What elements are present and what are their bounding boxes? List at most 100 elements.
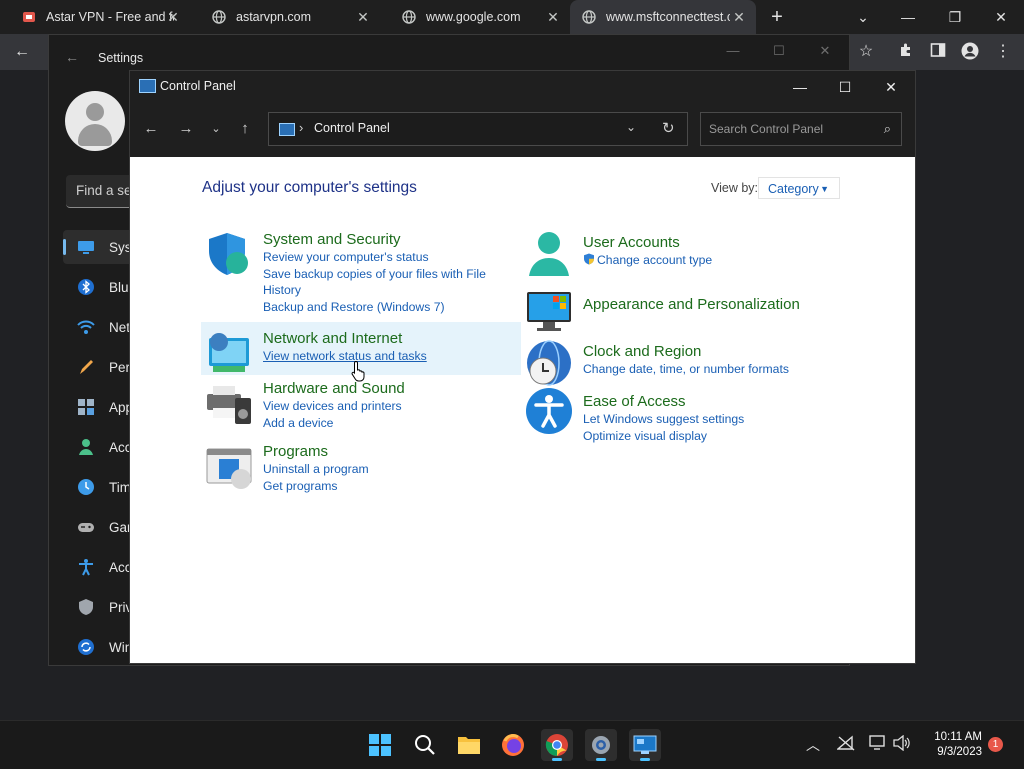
maximize-icon[interactable]: ❐ — [942, 6, 968, 28]
system-clock[interactable]: 10:11 AM 9/3/2023 — [922, 730, 982, 760]
tab-search-chevron-icon[interactable]: ⌄ — [850, 6, 876, 28]
settings-gear-icon[interactable] — [585, 729, 617, 761]
file-explorer-icon[interactable] — [453, 729, 485, 761]
page-title: Adjust your computer's settings — [202, 179, 417, 196]
tab-title: www.msftconnecttest.c — [606, 10, 730, 24]
close-window-icon[interactable]: ✕ — [988, 6, 1014, 28]
network-globe-monitor-icon — [209, 333, 249, 372]
category-title[interactable]: System and Security — [263, 231, 486, 249]
search-input[interactable]: Search Control Panel ⌕ — [700, 112, 902, 146]
category-link[interactable]: View devices and printers — [263, 398, 405, 415]
back-arrow-icon[interactable]: ← — [65, 49, 79, 65]
control-panel-icon — [139, 79, 156, 93]
no-internet-icon[interactable] — [836, 735, 855, 754]
category-link[interactable]: Add a device — [263, 415, 405, 432]
time-language-icon — [77, 478, 95, 496]
category-title[interactable]: Ease of Access — [583, 393, 744, 411]
category-title[interactable]: Hardware and Sound — [263, 380, 405, 398]
minimize-icon[interactable]: — — [895, 6, 921, 28]
up-arrow-icon[interactable]: ↑ — [235, 119, 255, 139]
search-icon[interactable]: ⌕ — [884, 121, 891, 137]
browser-tab[interactable]: Astar VPN - Free and fa ✕ — [0, 0, 190, 34]
ease-of-access-icon — [526, 388, 572, 434]
new-tab-button[interactable]: + — [766, 6, 788, 28]
taskbar: ︿ 10:11 AM 9/3/2023 1 — [0, 720, 1024, 769]
avatar[interactable] — [65, 91, 125, 151]
category-title[interactable]: Clock and Region — [583, 343, 789, 361]
notification-badge[interactable]: 1 — [988, 737, 1003, 752]
category-ease-of-access: Ease of Access Let Windows suggest setti… — [526, 388, 744, 445]
category-link[interactable]: Change date, time, or number formats — [583, 361, 789, 378]
close-icon[interactable]: ✕ — [876, 77, 906, 97]
address-dropdown-icon[interactable]: ⌄ — [626, 120, 636, 134]
forward-arrow-icon[interactable]: → — [176, 119, 196, 139]
chrome-icon[interactable] — [541, 729, 573, 761]
view-by-label: View by: — [711, 181, 759, 195]
shield-icon — [209, 233, 248, 275]
close-tab-icon[interactable]: ✕ — [546, 10, 560, 24]
browser-tab-active[interactable]: www.msftconnecttest.c ✕ — [570, 0, 756, 34]
category-programs: Programs Uninstall a program Get program… — [206, 443, 369, 495]
recent-locations-chevron-icon[interactable]: ⌄ — [206, 119, 226, 139]
control-panel-taskbar-icon[interactable] — [629, 729, 661, 761]
category-link[interactable]: Uninstall a program — [263, 461, 369, 478]
extensions-puzzle-icon[interactable] — [896, 42, 916, 62]
volume-icon[interactable] — [893, 734, 911, 754]
category-title[interactable]: Network and Internet — [263, 330, 427, 348]
back-arrow-icon[interactable]: ← — [12, 42, 32, 62]
breadcrumb-chevron-icon[interactable]: › — [299, 120, 303, 135]
nav-label: Tim — [109, 479, 131, 495]
category-link[interactable]: Backup and Restore (Windows 7) — [263, 299, 486, 316]
profile-icon[interactable] — [960, 42, 980, 62]
category-link[interactable]: Get programs — [263, 478, 369, 495]
control-panel-icon — [279, 123, 295, 136]
maximize-icon[interactable]: ☐ — [830, 77, 860, 97]
close-icon[interactable]: ✕ — [813, 43, 837, 59]
close-tab-icon[interactable]: ✕ — [356, 10, 370, 24]
search-placeholder: Search Control Panel — [709, 122, 824, 136]
globe-icon — [402, 10, 416, 24]
apps-icon — [77, 398, 95, 416]
category-link[interactable]: History — [263, 282, 486, 299]
firefox-icon[interactable] — [497, 729, 529, 761]
view-by-value: Category — [768, 182, 819, 196]
browser-tab[interactable]: astarvpn.com ✕ — [190, 0, 380, 34]
category-link-with-shield[interactable]: Change account type — [583, 252, 712, 269]
bookmark-star-icon[interactable]: ☆ — [856, 42, 876, 62]
category-clock-region: Clock and Region Change date, time, or n… — [527, 340, 789, 386]
category-link[interactable]: Optimize visual display — [583, 428, 744, 445]
privacy-icon — [77, 598, 95, 616]
breadcrumb[interactable]: Control Panel — [314, 121, 390, 135]
category-title[interactable]: Programs — [263, 443, 369, 461]
close-tab-icon[interactable]: ✕ — [166, 10, 180, 24]
address-bar[interactable]: › Control Panel ⌄ ↻ — [268, 112, 688, 146]
minimize-icon[interactable]: — — [721, 43, 745, 58]
personalization-icon — [77, 358, 95, 376]
maximize-icon[interactable]: ☐ — [767, 43, 791, 59]
hand-cursor-icon — [351, 360, 365, 382]
view-by-dropdown[interactable]: Category ▼ — [758, 177, 840, 199]
nav-label: Net — [109, 319, 131, 335]
refresh-icon[interactable]: ↻ — [662, 119, 675, 137]
browser-tab-strip: Astar VPN - Free and fa ✕ astarvpn.com ✕… — [0, 0, 1024, 34]
tab-title: www.google.com — [426, 10, 521, 24]
show-hidden-icons-chevron-icon[interactable]: ︿ — [806, 735, 820, 755]
minimize-icon[interactable]: — — [785, 77, 815, 97]
category-link[interactable]: Save backup copies of your files with Fi… — [263, 266, 486, 283]
side-panel-icon[interactable] — [928, 42, 948, 62]
browser-tab[interactable]: www.google.com ✕ — [380, 0, 570, 34]
start-windows-icon[interactable] — [364, 729, 396, 761]
windows-update-icon — [77, 638, 95, 656]
programs-icon — [206, 448, 252, 489]
network-icon — [77, 318, 95, 336]
back-arrow-icon[interactable]: ← — [141, 119, 161, 139]
category-link[interactable]: View network status and tasks — [263, 348, 427, 365]
category-title[interactable]: User Accounts — [583, 234, 712, 252]
close-tab-icon[interactable]: ✕ — [732, 10, 746, 24]
more-menu-icon[interactable]: ⋮ — [993, 42, 1013, 62]
network-monitor-icon[interactable] — [869, 735, 887, 754]
category-title[interactable]: Appearance and Personalization — [583, 296, 800, 314]
search-icon[interactable] — [409, 729, 441, 761]
category-link[interactable]: Let Windows suggest settings — [583, 411, 744, 428]
category-link[interactable]: Review your computer's status — [263, 249, 486, 266]
